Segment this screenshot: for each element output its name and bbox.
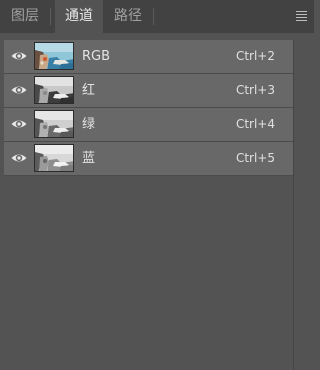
tab-separator xyxy=(50,8,51,25)
channel-row-green[interactable]: 绿 Ctrl+4 xyxy=(4,108,293,142)
channel-thumbnail xyxy=(34,76,74,104)
tab-channels[interactable]: 通道 xyxy=(55,0,103,33)
eye-icon[interactable] xyxy=(11,50,27,62)
channel-row-red[interactable]: 红 Ctrl+3 xyxy=(4,74,293,108)
channel-thumbnail xyxy=(34,144,74,172)
channel-shortcut: Ctrl+3 xyxy=(235,83,275,97)
hamburger-menu-icon[interactable] xyxy=(296,11,307,21)
eye-icon[interactable] xyxy=(11,118,27,130)
channel-name: RGB xyxy=(82,49,111,64)
channel-name: 红 xyxy=(82,83,96,98)
channel-thumbnail xyxy=(34,42,74,70)
channel-shortcut: Ctrl+5 xyxy=(235,151,275,165)
tab-paths[interactable]: 路径 xyxy=(104,0,152,33)
channel-name: 绿 xyxy=(82,117,96,132)
panel-divider xyxy=(293,40,294,370)
eye-icon[interactable] xyxy=(11,152,27,164)
channel-row-blue[interactable]: 蓝 Ctrl+5 xyxy=(4,142,293,176)
channel-thumbnail xyxy=(34,110,74,138)
channel-shortcut: Ctrl+2 xyxy=(235,49,275,63)
channels-list: RGB Ctrl+2 红 Ctrl+3 绿 Ctrl+4 蓝 Ctrl+5 xyxy=(4,40,293,176)
tab-layers[interactable]: 图层 xyxy=(0,0,50,33)
channel-shortcut: Ctrl+4 xyxy=(235,117,275,131)
panel-tab-bar: 图层 通道 路径 xyxy=(0,0,314,33)
tab-separator xyxy=(153,8,154,25)
channel-row-rgb[interactable]: RGB Ctrl+2 xyxy=(4,40,293,74)
eye-icon[interactable] xyxy=(11,84,27,96)
channel-name: 蓝 xyxy=(82,151,96,166)
channels-panel: 图层 通道 路径 RGB Ctrl+2 红 Ctrl+3 绿 Ctrl+4 蓝 … xyxy=(0,0,314,370)
